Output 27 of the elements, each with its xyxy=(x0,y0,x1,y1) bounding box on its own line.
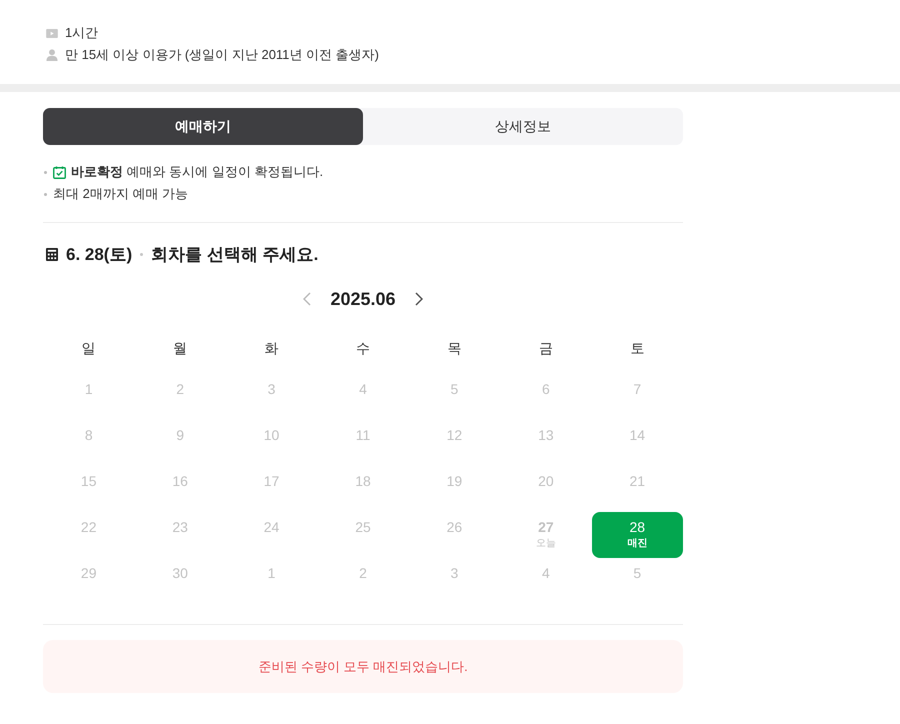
play-icon xyxy=(46,28,58,38)
weekday-label: 토 xyxy=(630,340,644,358)
weekday-label: 금 xyxy=(538,340,553,358)
calendar-day[interactable]: 28 매진 xyxy=(592,512,683,558)
selected-date: 6. 28(토) xyxy=(66,244,132,266)
bullet-icon xyxy=(44,170,47,174)
note-text: 최대 2매까지 예매 가능 xyxy=(53,185,188,203)
info-text: 만 15세 이상 이용가 (생일이 지난 2011년 이전 출생자) xyxy=(65,46,379,64)
calculator-icon xyxy=(46,248,58,260)
person-icon xyxy=(46,49,58,61)
tab[interactable]: 상세정보 xyxy=(363,108,683,145)
tab[interactable]: 예매하기 xyxy=(43,108,363,145)
bullet-icon xyxy=(44,192,47,196)
separator-dot-icon xyxy=(140,252,144,256)
alert-message: 준비된 수량이 모두 매진되었습니다. xyxy=(258,658,468,676)
calendar-check-icon xyxy=(53,166,66,178)
info-text: 1시간 xyxy=(65,24,98,42)
weekday-label: 수 xyxy=(356,340,370,358)
weekday-label: 월 xyxy=(173,340,188,358)
month-label: 2025.06 xyxy=(330,288,396,310)
weekday-label: 목 xyxy=(447,340,462,358)
heading-prompt: 회차를 선택해 주세요. xyxy=(151,244,318,266)
note-text: 바로확정 예매와 동시에 일정이 확정됩니다. xyxy=(71,163,324,181)
weekday-label: 일 xyxy=(82,340,96,358)
chevron-left-icon xyxy=(303,292,312,306)
weekday-label: 화 xyxy=(264,340,279,358)
chevron-right-icon xyxy=(414,292,423,306)
